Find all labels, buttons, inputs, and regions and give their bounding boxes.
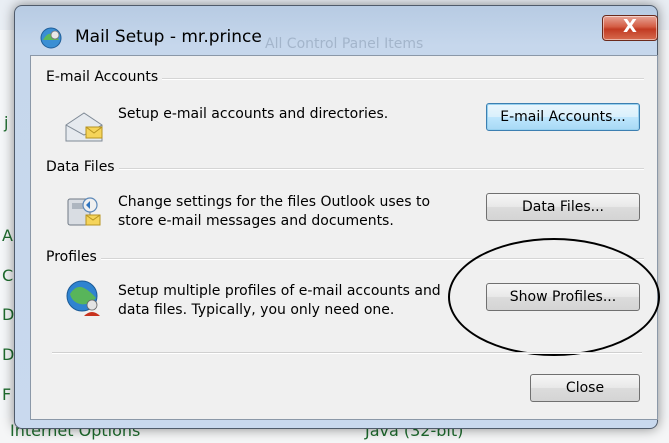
data-files-description-line2: store e-mail messages and documents. <box>118 213 394 229</box>
mail-accounts-icon <box>65 112 103 142</box>
data-files-button[interactable]: Data Files... <box>486 193 640 221</box>
footer-separator <box>52 352 642 354</box>
background-letter: C <box>2 266 14 285</box>
profiles-description-line1: Setup multiple profiles of e-mail accoun… <box>118 283 441 299</box>
data-files-description-line1: Change settings for the files Outlook us… <box>118 194 431 210</box>
background-letter: A <box>2 226 13 245</box>
profiles-description-line2: data files. Typically, you only need one… <box>118 302 395 318</box>
mail-setup-title-icon <box>40 27 62 49</box>
email-accounts-group-label: E-mail Accounts <box>46 69 163 85</box>
profiles-icon <box>66 280 100 316</box>
data-files-group-label: Data Files <box>46 159 119 175</box>
data-files-icon <box>67 197 101 226</box>
email-accounts-button[interactable]: E-mail Accounts... <box>486 103 640 131</box>
background-letter: j <box>4 113 9 132</box>
close-button[interactable]: Close <box>530 374 640 402</box>
window-title: Mail Setup - mr.prince <box>75 27 262 47</box>
group-divider <box>48 168 644 170</box>
background-window-title: All Control Panel Items <box>265 36 424 52</box>
background-letter: D <box>2 305 15 324</box>
background-letter: D <box>2 345 15 364</box>
email-accounts-description: Setup e-mail accounts and directories. <box>118 106 389 122</box>
window-close-button[interactable]: X <box>602 15 658 41</box>
annotation-ellipse <box>448 238 660 356</box>
background-letter: F <box>2 385 12 404</box>
profiles-group-label: Profiles <box>46 249 101 265</box>
